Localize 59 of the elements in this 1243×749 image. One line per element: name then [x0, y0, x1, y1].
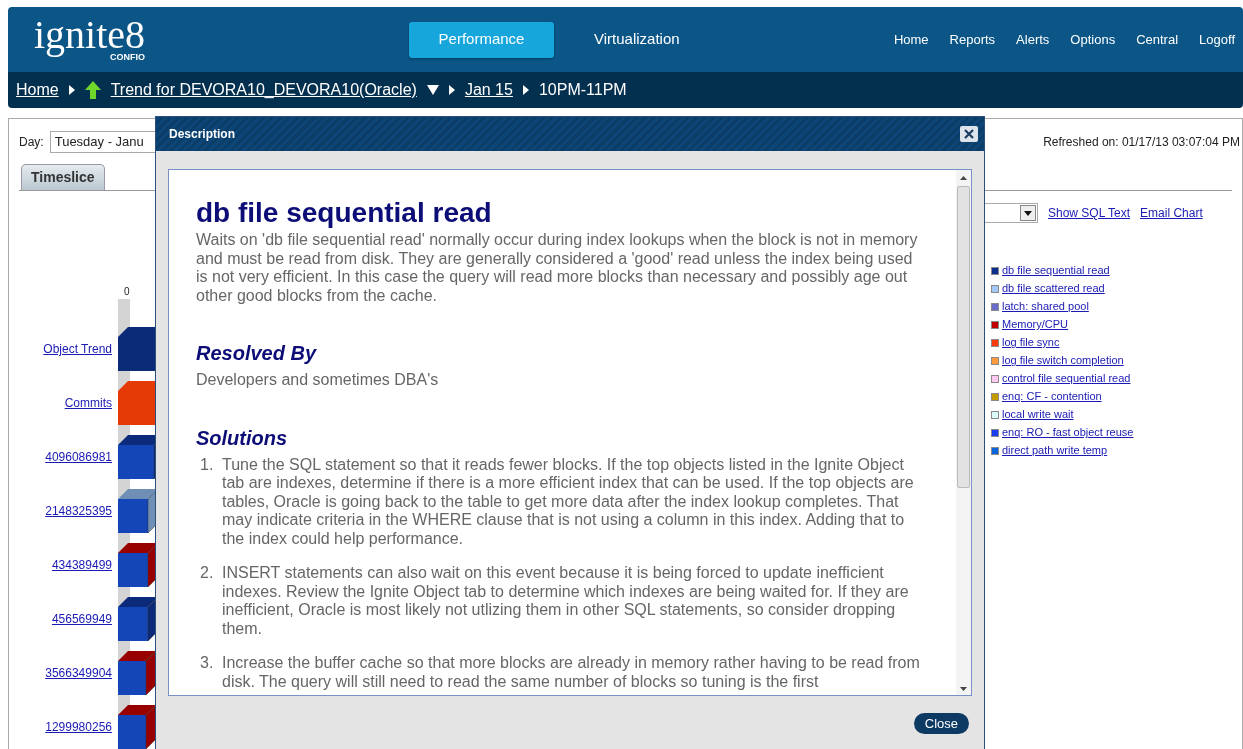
chart-row-link[interactable]: 456569949: [19, 610, 112, 628]
legend-link[interactable]: enq: RO - fast object reuse: [1002, 424, 1134, 441]
refreshed-text: Refreshed on: 01/17/13 03:07:04 PM: [1043, 134, 1240, 151]
legend-link[interactable]: local write wait: [1002, 406, 1074, 423]
nav-link[interactable]: Options: [1070, 29, 1116, 50]
list-item-text: INSERT statements can also wait on this event because it is being forced to update inefficient indexes. Review the Ignite Object tab to determine which indexes are being waited for. If they are inefficient, Oracle is most likely not utlizing them in other SQL statements, so consider dropping them.: [222, 564, 910, 638]
legend-link[interactable]: log file switch completion: [1002, 352, 1124, 369]
legend-link[interactable]: Memory/CPU: [1002, 316, 1068, 333]
legend-link[interactable]: enq: CF - contention: [1002, 388, 1102, 405]
nav-link[interactable]: Reports: [949, 29, 996, 50]
view-tab[interactable]: Timeslice: [21, 164, 105, 190]
product-tab[interactable]: Virtualization: [594, 21, 680, 58]
breadcrumb-link[interactable]: Jan 15: [464, 78, 513, 102]
chart-row-link[interactable]: 2148325395: [19, 502, 112, 520]
dropdown-arrow-icon[interactable]: [426, 85, 439, 95]
legend-link[interactable]: direct path write temp: [1002, 442, 1108, 459]
chart-row-link[interactable]: 434389499: [19, 556, 112, 574]
section-heading: Resolved By: [196, 342, 318, 364]
chart-row-link[interactable]: 3566349904: [19, 664, 112, 682]
logo: ignite8 CONFIO: [32, 17, 145, 62]
section-text: Developers and sometimes DBA's: [196, 371, 440, 390]
chart-row-link[interactable]: 1299980256: [19, 718, 112, 736]
legend-link[interactable]: db file scattered read: [1002, 280, 1105, 297]
chart-row-link[interactable]: 4096086981: [19, 448, 112, 466]
scrollbar[interactable]: [956, 170, 971, 695]
legend-link[interactable]: latch: shared pool: [1002, 298, 1089, 315]
up-arrow-icon: [84, 81, 101, 99]
legend-link[interactable]: log file sync: [1002, 334, 1060, 351]
section-heading: Solutions: [196, 426, 289, 449]
chevron-icon: [68, 85, 75, 95]
breadcrumb-link[interactable]: Home: [16, 78, 59, 102]
chart-row-link[interactable]: Object Trend: [19, 340, 112, 358]
legend-link[interactable]: db file sequential read: [1002, 262, 1110, 279]
chart-bar: [118, 704, 157, 749]
close-icon[interactable]: [960, 126, 978, 142]
chart-action-link[interactable]: Email Chart: [1140, 204, 1203, 222]
chart-bar: [118, 650, 157, 696]
chart-row-link[interactable]: Commits: [19, 394, 112, 412]
list-item-text: Tune the SQL statement so that it reads fewer blocks. If the top objects listed in the Ignite Object tab are indexes, determine if there is a more efficient index that can be used. If the top objects are tables, Oracle is going back to the table to get more data after the index lookup completes. That may indicate criteria in the WHERE clause that is not using a column in this index. Adding that to the index could help performance.: [222, 455, 915, 548]
nav-link[interactable]: Alerts: [1016, 29, 1050, 50]
list-number: 3.: [200, 654, 215, 673]
list-item-text: Increase the buffer cache so that more blocks are already in memory rather having to be read from disk. The query will still need to read the same number of blocks so tuning is the first: [222, 654, 920, 691]
breadcrumb-current: 10PM-11PM: [538, 80, 627, 100]
close-button[interactable]: Close: [913, 713, 969, 734]
list-number: 2.: [200, 564, 215, 583]
dialog-heading: db file sequential read: [196, 198, 493, 228]
axis-tick-label: 0: [124, 285, 130, 299]
nav-link[interactable]: Logoff: [1199, 29, 1235, 50]
nav-link[interactable]: Central: [1136, 29, 1179, 50]
nav-link[interactable]: Home: [893, 29, 929, 50]
legend-link[interactable]: control file sequential read: [1002, 370, 1131, 387]
chevron-icon: [522, 85, 529, 95]
chevron-icon: [448, 85, 455, 95]
dialog-title: Description: [169, 126, 235, 143]
breadcrumb-link[interactable]: Trend for DEVORA10_DEVORA10(Oracle): [110, 78, 417, 102]
chart-action-link[interactable]: Show SQL Text: [1048, 204, 1131, 222]
list-number: 1.: [200, 455, 215, 475]
intro-paragraph: Waits on 'db file sequential read' normally occur during index lookups when the block is not in memory and must be read from disk. They are generally considered a 'good' read unless the index being used is not very efficient. In this case the query will read more blocks than necessary and possibly age out other good blocks from the cache.: [196, 231, 919, 305]
day-label: Day:: [19, 134, 44, 151]
